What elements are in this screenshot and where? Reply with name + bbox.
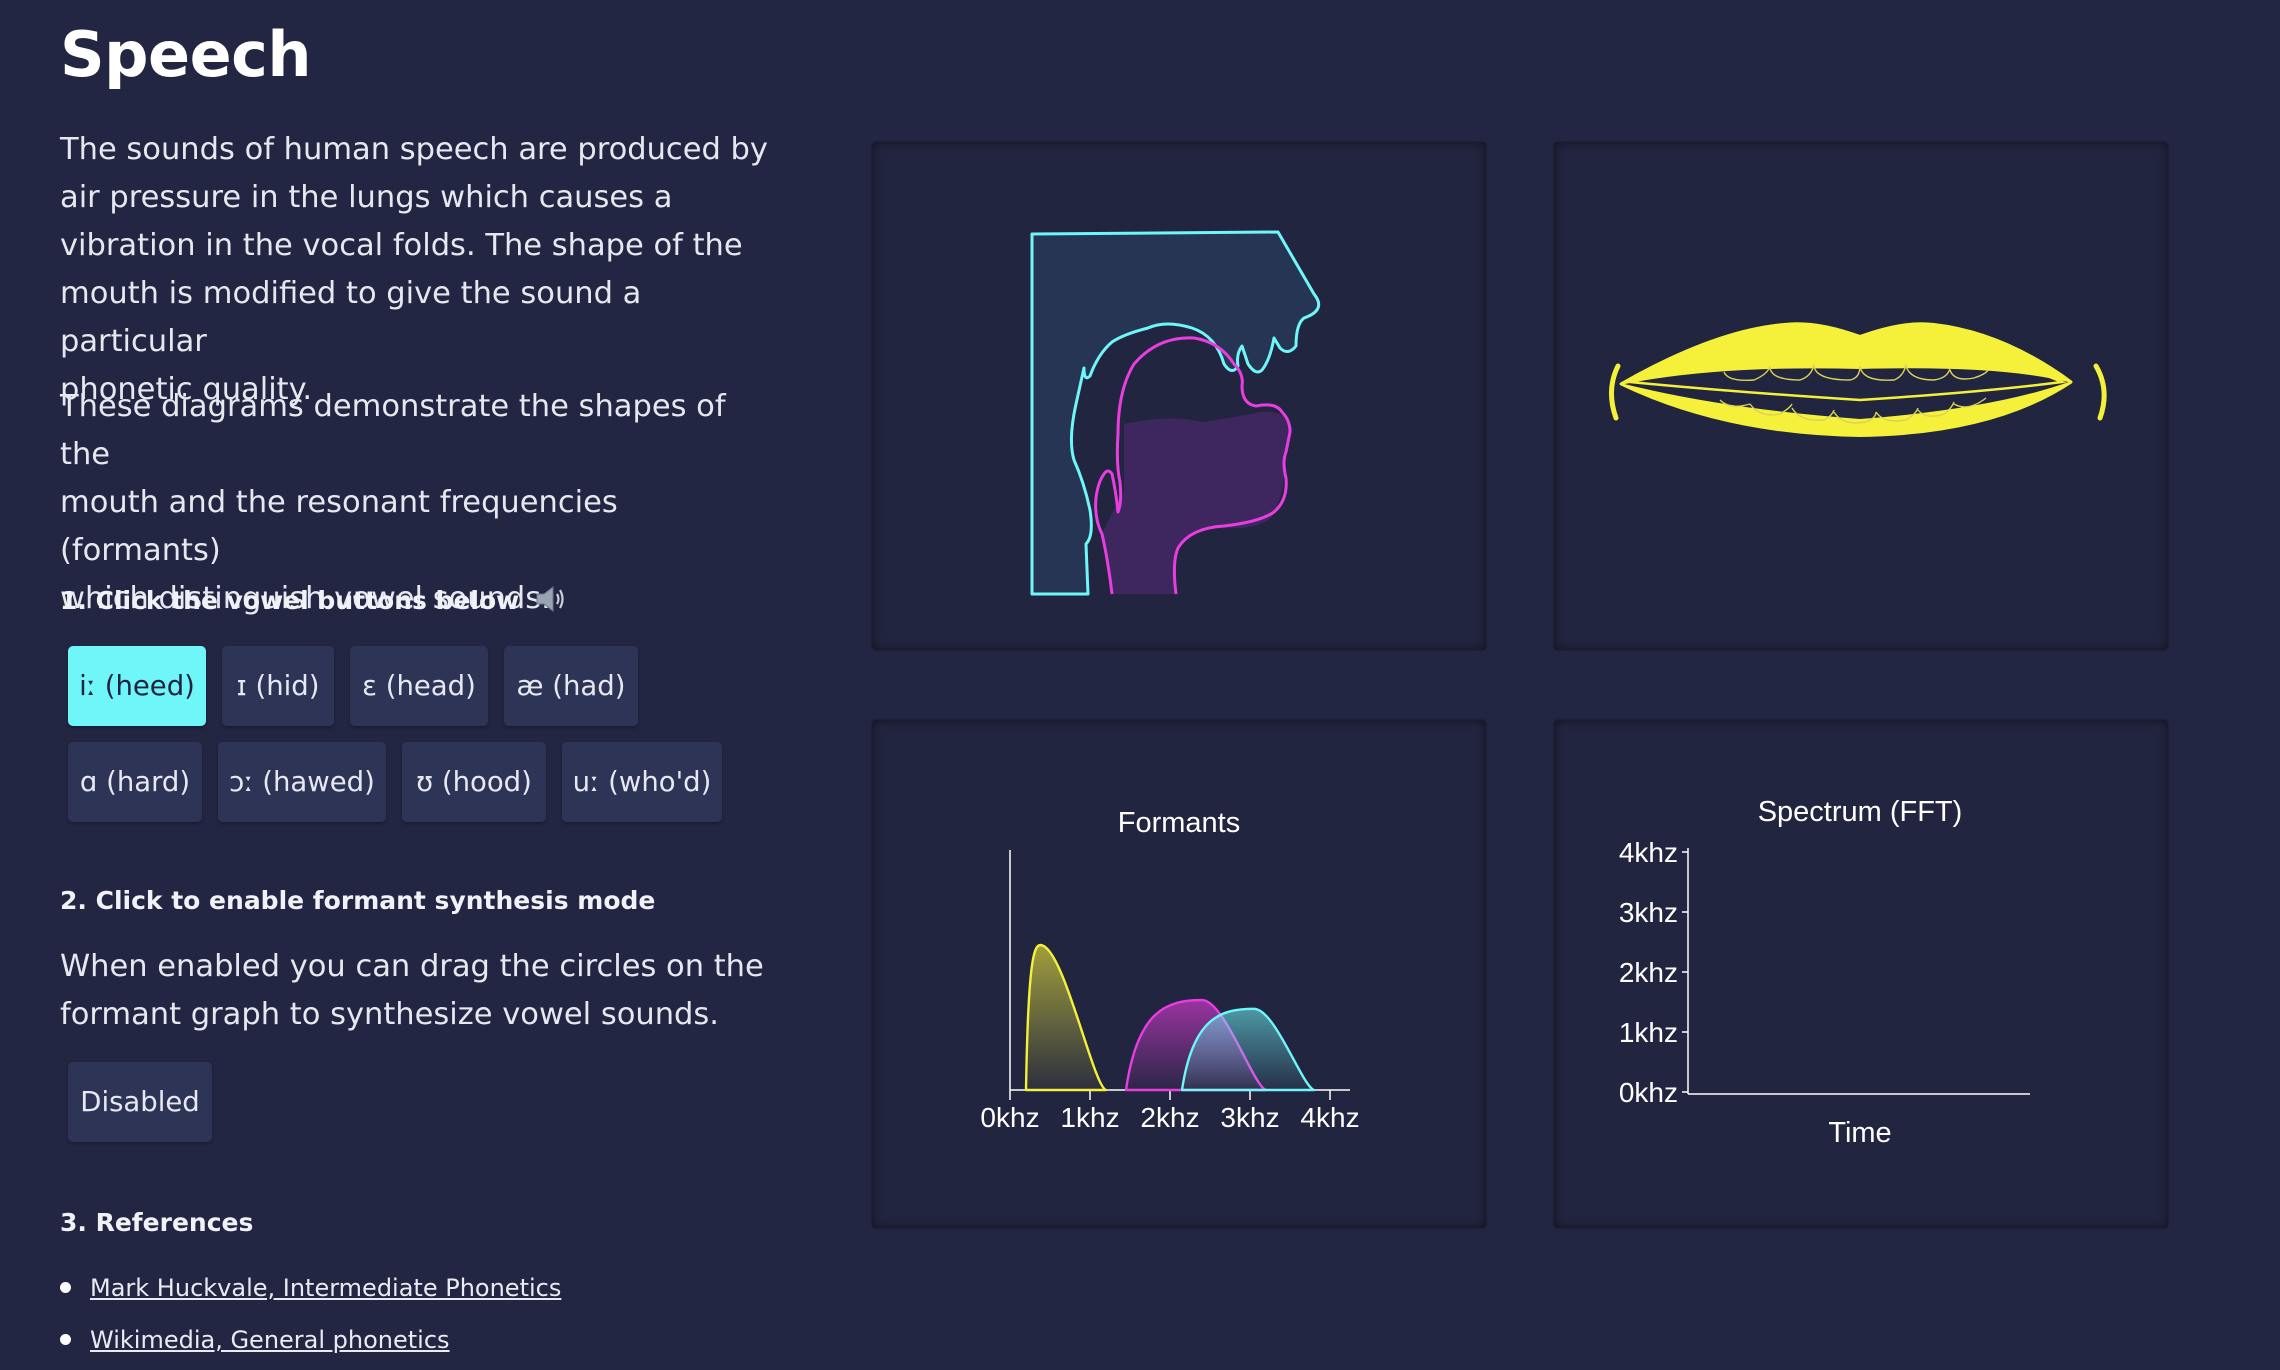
- list-item: Wikimedia, General phonetics: [60, 1314, 561, 1366]
- right-cheek-mark: [2093, 363, 2107, 421]
- reference-link-wikimedia[interactable]: Wikimedia, General phonetics: [90, 1326, 450, 1354]
- intro-paragraph-1: The sounds of human speech are produced …: [60, 126, 780, 414]
- vowel-button-head[interactable]: ɛ (head): [350, 646, 488, 726]
- formants-x-tick-label: 1khz: [1060, 1102, 1119, 1133]
- formants-x-tick-label: 2khz: [1140, 1102, 1199, 1133]
- spectrum-panel: Spectrum (FFT) 4khz 3khz 2khz 1khz 0khz Time: [1554, 720, 2168, 1228]
- vowel-button-hard[interactable]: ɑ (hard): [68, 742, 202, 822]
- step1-heading-text: 1. Click the vowel buttons below: [60, 586, 520, 615]
- formants-title: Formants: [1118, 807, 1240, 839]
- step2-heading: 2. Click to enable formant synthesis mod…: [60, 886, 656, 915]
- synthesis-toggle-button[interactable]: Disabled: [68, 1062, 212, 1142]
- vowel-button-had[interactable]: æ (had): [504, 646, 638, 726]
- reference-link-huckvale[interactable]: Mark Huckvale, Intermediate Phonetics: [90, 1274, 561, 1302]
- formants-chart: Formants 0khz 1khz 2khz 3khz 4khz: [980, 807, 1359, 1133]
- synthesis-line: When enabled you can drag the circles on…: [60, 949, 764, 984]
- spectrum-y-tick-label: 1khz: [1619, 1017, 1678, 1048]
- intro-line: mouth and the resonant frequencies (form…: [60, 485, 618, 568]
- spectrum-y-tick-label: 3khz: [1619, 897, 1678, 928]
- spectrum-y-tick-label: 0khz: [1619, 1077, 1678, 1108]
- intro-line: These diagrams demonstrate the shapes of…: [60, 389, 726, 472]
- page-title: Speech: [60, 18, 312, 91]
- vocal-tract-diagram: [1030, 230, 1321, 596]
- list-item: Mark Huckvale, Intermediate Phonetics: [60, 1262, 561, 1314]
- spectrum-title: Spectrum (FFT): [1758, 796, 1963, 828]
- vowel-button-hood[interactable]: ʊ (hood): [402, 742, 546, 822]
- step1-heading: 1. Click the vowel buttons below: [60, 583, 568, 615]
- references-list: Mark Huckvale, Intermediate Phonetics Wi…: [60, 1262, 561, 1366]
- lips-diagram: [1609, 322, 2107, 438]
- vowel-button-heed[interactable]: iː (heed): [68, 646, 206, 726]
- spectrum-y-tick-label: 4khz: [1619, 837, 1678, 868]
- intro-line: vibration in the vocal folds. The shape …: [60, 228, 743, 263]
- intro-line: mouth is modified to give the sound a pa…: [60, 276, 642, 359]
- lower-lip: [1619, 381, 2073, 438]
- speaker-icon: [536, 585, 564, 613]
- intro-line: air pressure in the lungs which causes a: [60, 180, 673, 215]
- formants-panel: Formants 0khz 1khz 2khz 3khz 4khz: [872, 720, 1486, 1228]
- spectrum-y-tick-label: 2khz: [1619, 957, 1678, 988]
- upper-lip: [1619, 322, 2073, 385]
- formants-x-tick-label: 0khz: [980, 1102, 1039, 1133]
- vowel-button-whod[interactable]: uː (who'd): [562, 742, 722, 822]
- vocal-tract-panel: [872, 142, 1486, 650]
- vowel-button-hid[interactable]: ɪ (hid): [222, 646, 334, 726]
- left-cheek-mark: [1609, 363, 1621, 421]
- spectrum-chart: Spectrum (FFT) 4khz 3khz 2khz 1khz 0khz Time: [1619, 796, 2030, 1149]
- oral-cavity-fill: [1102, 411, 1292, 594]
- spectrum-x-label: Time: [1828, 1117, 1891, 1149]
- formants-x-tick-label: 3khz: [1220, 1102, 1279, 1133]
- formants-x-tick-label: 4khz: [1300, 1102, 1359, 1133]
- vowel-button-hawed[interactable]: ɔː (hawed): [218, 742, 386, 822]
- step3-heading: 3. References: [60, 1208, 254, 1237]
- formant-curve-1: [1024, 943, 1108, 1092]
- synthesis-line: formant graph to synthesize vowel sounds…: [60, 997, 719, 1032]
- intro-line: The sounds of human speech are produced …: [60, 132, 768, 167]
- synthesis-description: When enabled you can drag the circles on…: [60, 943, 780, 1039]
- lips-panel: [1554, 142, 2168, 650]
